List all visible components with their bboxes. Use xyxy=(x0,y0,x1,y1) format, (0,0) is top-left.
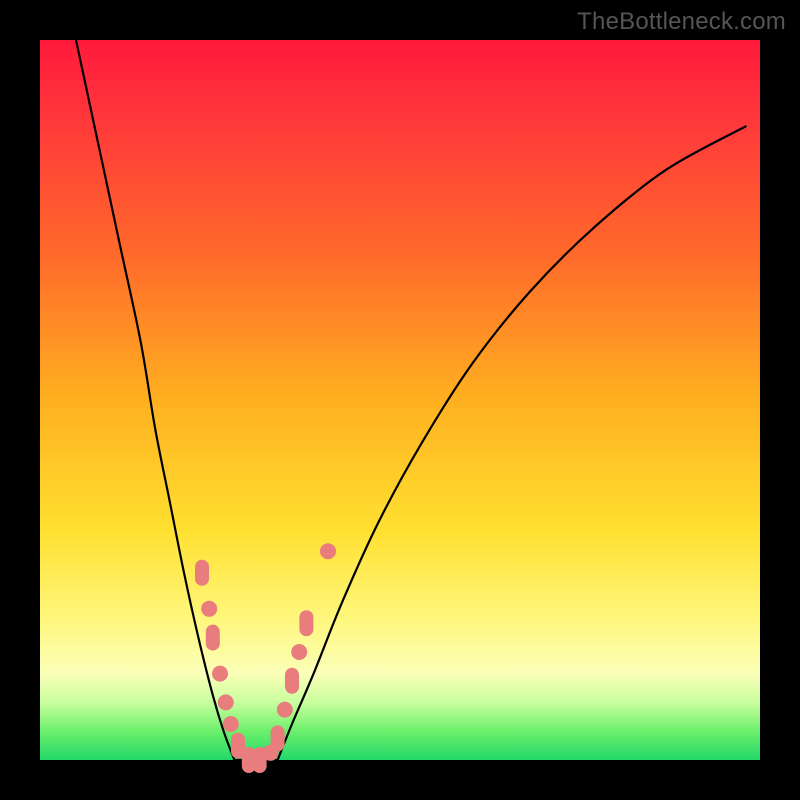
marker-pill xyxy=(271,725,285,751)
marker-dot xyxy=(223,716,239,732)
marker-dot xyxy=(291,644,307,660)
left-branch-curve xyxy=(76,40,234,760)
curve-layer xyxy=(40,40,760,760)
right-branch-curve xyxy=(278,126,746,760)
plot-area xyxy=(40,40,760,760)
watermark-text: TheBottleneck.com xyxy=(577,8,786,36)
chart-frame: TheBottleneck.com xyxy=(0,0,800,800)
marker-dot xyxy=(218,694,234,710)
marker-pill xyxy=(285,668,299,694)
marker-dot xyxy=(201,601,217,617)
marker-dot xyxy=(277,702,293,718)
marker-group xyxy=(195,543,336,773)
marker-pill xyxy=(206,625,220,651)
marker-dot xyxy=(320,543,336,559)
marker-dot xyxy=(212,666,228,682)
marker-pill xyxy=(195,560,209,586)
marker-pill xyxy=(299,610,313,636)
